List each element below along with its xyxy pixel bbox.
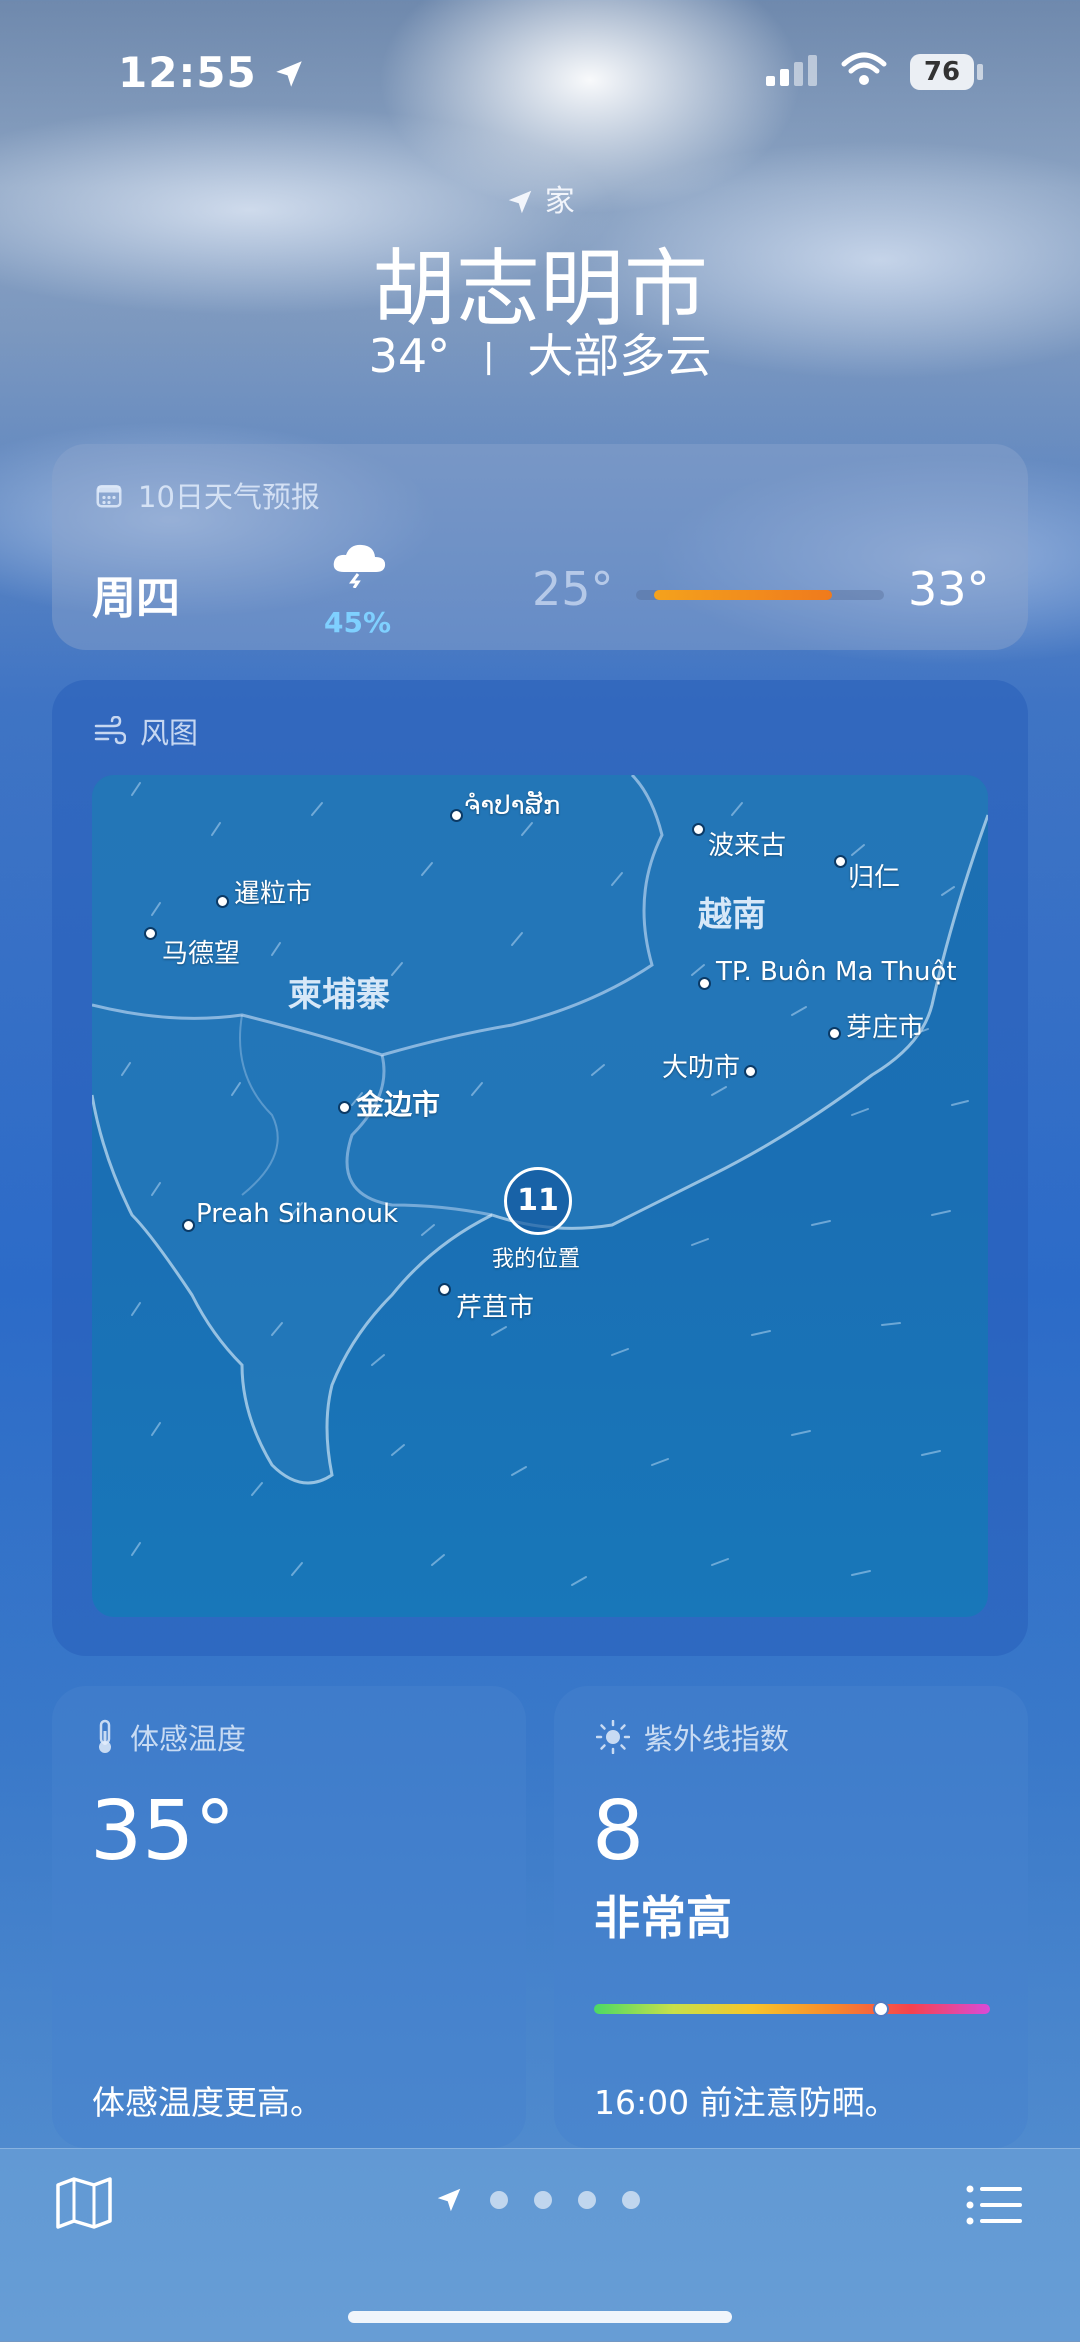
map-label-preah-sihanouk: Preah Sihanouk — [196, 1199, 399, 1229]
page-dot[interactable] — [578, 2191, 596, 2209]
map-label-nha-trang: 芽庄市 — [846, 1013, 925, 1043]
uv-index-level: 非常高 — [594, 1891, 732, 1945]
map-marker — [834, 855, 847, 868]
map-label-can-tho: 芹苴市 — [456, 1293, 535, 1323]
feels-like-header: 体感温度 — [94, 1716, 246, 1758]
map-marker — [828, 1027, 841, 1040]
uv-index-card[interactable]: 紫外线指数 8 非常高 16:00 前注意防晒。 — [554, 1686, 1028, 2148]
cloud-rain-thunder-icon — [328, 540, 390, 592]
condition-text: 大部多云 — [527, 329, 712, 383]
forecast-high: 33° — [908, 562, 990, 616]
sun-icon — [596, 1720, 630, 1754]
map-icon — [56, 2177, 112, 2229]
page-dot[interactable] — [490, 2191, 508, 2209]
map-marker — [144, 927, 157, 940]
cellular-signal-icon — [764, 54, 820, 92]
my-location-wind-speed: 11 — [517, 1183, 559, 1218]
uv-scale-bar — [594, 2001, 990, 2017]
map-label-pleiku: 波来古 — [708, 831, 787, 861]
map-label-vietnam: 越南 — [698, 895, 766, 935]
city-list-button[interactable] — [966, 2183, 1024, 2231]
list-icon — [966, 2185, 1022, 2225]
map-label-cambodia: 柬埔寨 — [288, 975, 390, 1015]
feels-like-value: 35° — [90, 1784, 236, 1879]
feels-like-note: 体感温度更高。 — [92, 2083, 323, 2122]
page-dot[interactable] — [622, 2191, 640, 2209]
thermometer-icon — [99, 1719, 111, 1753]
forecast-card[interactable]: 10日天气预报 周四 45% 25° 33° — [52, 444, 1028, 650]
map-label-buon-ma-thuot: TP. Buôn Ma Thuột — [716, 957, 957, 987]
map-marker — [744, 1065, 757, 1078]
wind-card-header: 风图 — [94, 710, 198, 752]
battery-indicator: 76 — [910, 54, 974, 90]
map-label-siem-reap: 暹粒市 — [234, 879, 313, 909]
location-arrow-icon — [508, 190, 532, 214]
battery-tip — [977, 64, 983, 80]
map-marker — [182, 1219, 195, 1232]
map-label-champasak: ຈຳປາສັກ — [464, 791, 561, 821]
separator: 丨 — [470, 340, 507, 381]
uv-scale-marker — [873, 2001, 890, 2017]
map-marker — [450, 809, 463, 822]
map-marker — [698, 977, 711, 990]
home-indicator[interactable] — [348, 2311, 732, 2323]
forecast-card-header: 10日天气预报 — [94, 474, 320, 516]
map-button[interactable] — [54, 2175, 114, 2235]
wind-map[interactable]: ຈຳປາສັກ 波来古 归仁 暹粒市 马德望 柬埔寨 越南 TP. Buôn M… — [92, 775, 988, 1617]
my-location-wind-marker[interactable]: 11 — [504, 1167, 572, 1235]
location-label: 家 — [0, 176, 1080, 220]
map-marker — [216, 895, 229, 908]
battery-level: 76 — [923, 57, 961, 87]
forecast-day: 周四 — [92, 573, 180, 624]
map-label-my-location: 我的位置 — [492, 1247, 581, 1272]
forecast-low: 25° — [532, 562, 614, 616]
map-label-quy-nhon: 归仁 — [848, 863, 901, 893]
wifi-icon — [840, 52, 888, 92]
uv-index-value: 8 — [592, 1784, 645, 1879]
map-marker — [692, 823, 705, 836]
map-label-battambang: 马德望 — [162, 939, 241, 969]
map-label-phnom-penh: 金边市 — [356, 1088, 441, 1121]
feels-like-card[interactable]: 体感温度 35° 体感温度更高。 — [52, 1686, 526, 2148]
map-marker — [438, 1283, 451, 1296]
uv-index-note: 16:00 前注意防晒。 — [594, 2083, 898, 2122]
wind-icon — [94, 716, 126, 745]
uv-index-header: 紫外线指数 — [596, 1716, 789, 1758]
precip-chance: 45% — [324, 606, 392, 639]
temperature-range-bar — [636, 590, 884, 600]
map-marker — [338, 1101, 351, 1114]
current-conditions: 34° 丨 大部多云 — [0, 320, 1080, 386]
current-temperature: 34° — [368, 329, 451, 383]
status-time: 12:55 — [118, 48, 306, 97]
map-label-da-lat: 大叻市 — [662, 1053, 741, 1083]
temperature-range-fill — [654, 590, 832, 600]
location-arrow-icon — [276, 61, 303, 87]
bottom-toolbar — [0, 2148, 1080, 2342]
page-dot[interactable] — [534, 2191, 552, 2209]
current-location-page-icon[interactable] — [434, 2185, 464, 2219]
calendar-icon — [96, 485, 122, 508]
